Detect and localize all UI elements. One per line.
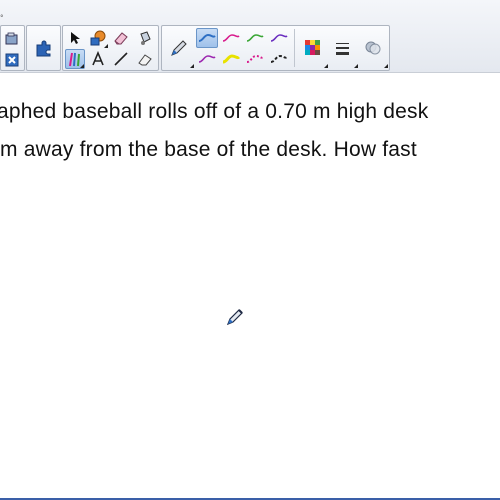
pen-style-violet[interactable]	[196, 49, 218, 69]
line-width-icon[interactable]	[328, 28, 358, 68]
creative-pens-icon[interactable]	[65, 49, 85, 69]
line-icon[interactable]	[111, 49, 131, 69]
puzzle-icon[interactable]	[29, 28, 59, 68]
toolbar-group-pens	[161, 25, 390, 71]
toolbar-group-addons	[26, 25, 61, 71]
select-arrow-icon[interactable]	[65, 28, 85, 48]
problem-text-line-2: m away from the base of the desk. How fa…	[0, 138, 417, 161]
close-doc-icon[interactable]	[2, 50, 22, 70]
pen-style-purple[interactable]	[268, 28, 290, 48]
pen-style-yellow[interactable]	[220, 49, 242, 69]
problem-text-line-1: aphed baseball rolls off of a 0.70 m hig…	[0, 100, 429, 123]
pen-style-magenta-dotted[interactable]	[244, 49, 266, 69]
toolbar: °	[0, 0, 500, 73]
dropdown-triangle-icon	[190, 64, 194, 68]
screen-capture-icon[interactable]	[2, 29, 22, 49]
top-marker: °	[0, 14, 4, 22]
pen-style-blue[interactable]	[196, 28, 218, 48]
dropdown-triangle-icon	[384, 64, 388, 68]
toolbar-group-tools	[62, 25, 159, 71]
fill-opacity-icon[interactable]	[358, 28, 388, 68]
shapes-icon[interactable]	[88, 28, 108, 48]
pen-cursor-icon	[224, 306, 246, 328]
dropdown-triangle-icon	[104, 44, 108, 48]
color-palette-icon[interactable]	[298, 28, 328, 68]
dropdown-triangle-icon	[80, 64, 84, 68]
notebook-page: ° aphed baseball rolls off of a 0.70 m h…	[0, 0, 500, 500]
pen-icon[interactable]	[164, 28, 194, 68]
pen-style-green[interactable]	[244, 28, 266, 48]
fill-icon[interactable]	[135, 28, 155, 48]
text-icon[interactable]	[88, 49, 108, 69]
eraser-icon[interactable]	[111, 28, 131, 48]
magic-eraser-icon[interactable]	[135, 49, 155, 69]
toolbar-divider	[294, 29, 295, 67]
pen-style-black-dashed[interactable]	[268, 49, 290, 69]
toolbar-group-page	[0, 25, 25, 71]
pen-style-magenta[interactable]	[220, 28, 242, 48]
